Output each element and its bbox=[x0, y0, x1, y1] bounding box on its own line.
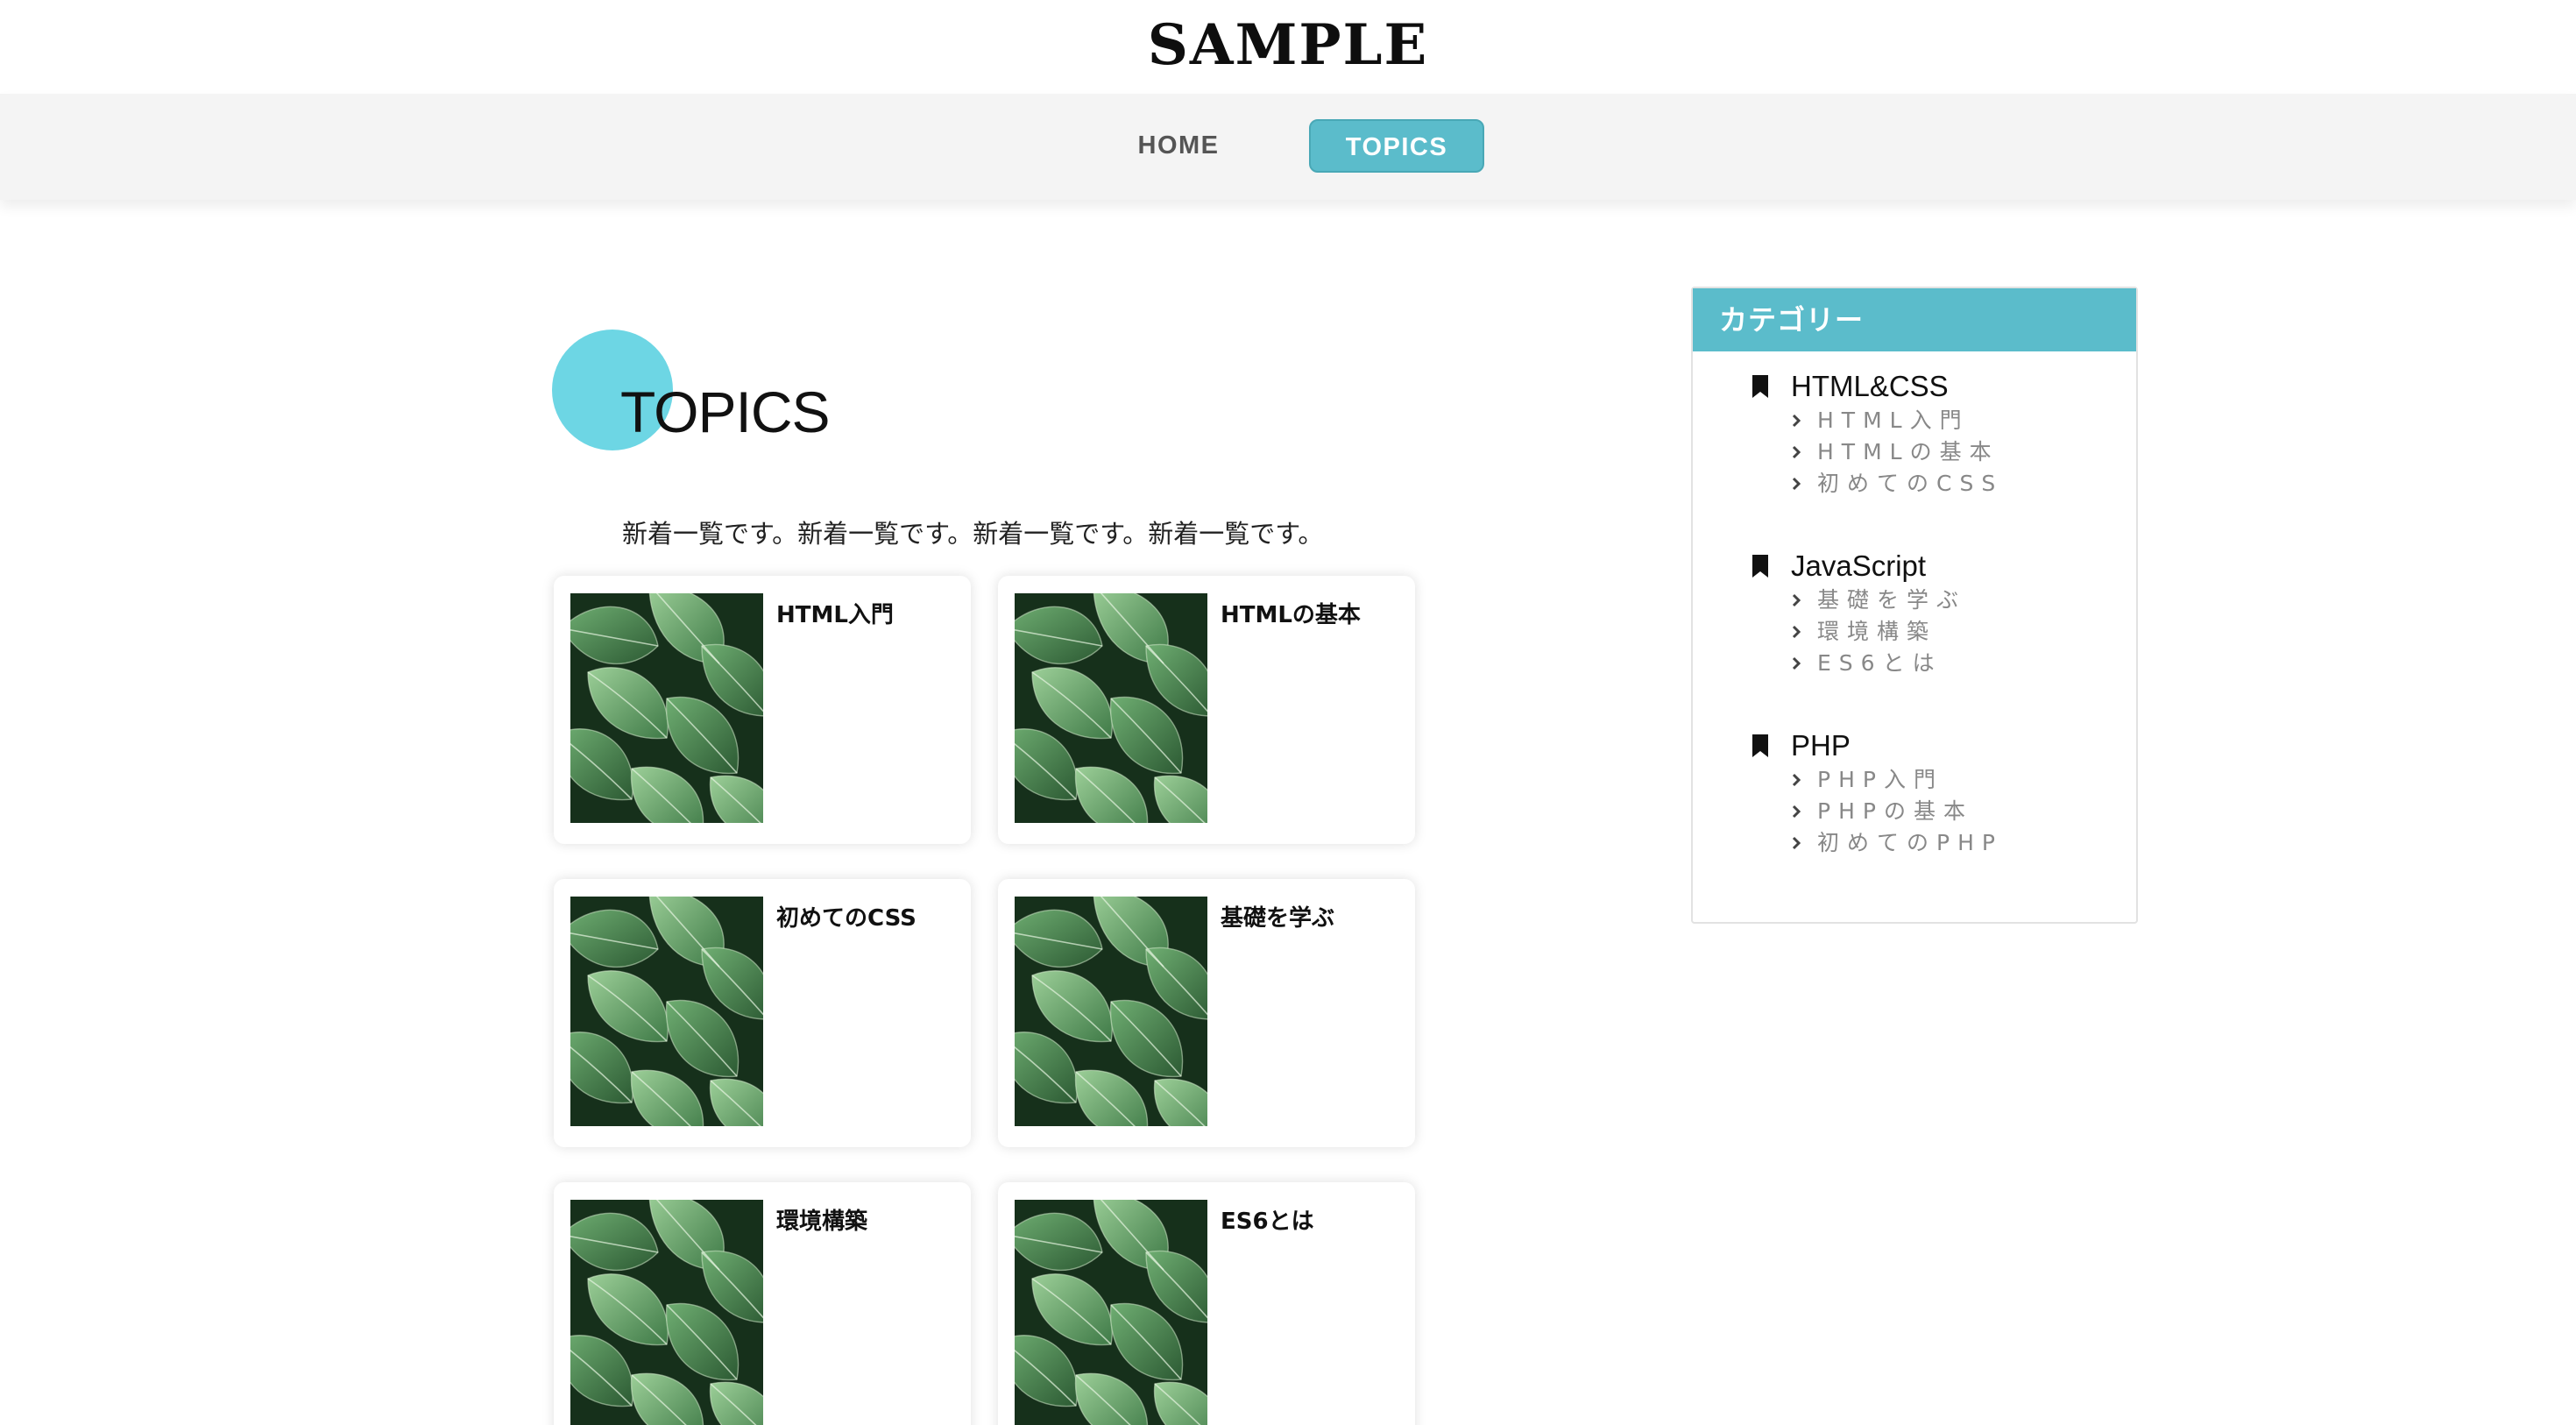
category-subitem-label: 初めてのPHP bbox=[1817, 830, 2003, 855]
topic-card[interactable]: HTMLの基本 bbox=[998, 576, 1415, 844]
card-thumbnail bbox=[1015, 593, 1207, 823]
card-title[interactable]: 環境構築 bbox=[776, 1203, 867, 1236]
card-title[interactable]: HTMLの基本 bbox=[1221, 597, 1361, 629]
bookmark-icon bbox=[1752, 734, 1768, 757]
category-subitem-label: 環境構築 bbox=[1817, 619, 1937, 644]
sidebar-heading: カテゴリー bbox=[1693, 288, 2136, 351]
chevron-right-icon bbox=[1792, 445, 1801, 459]
category-title[interactable]: JavaScript bbox=[1791, 549, 1926, 584]
category-title[interactable]: HTML&CSS bbox=[1791, 369, 1949, 404]
chevron-right-icon bbox=[1792, 805, 1801, 819]
category-subitem-label: 初めてのCSS bbox=[1817, 471, 2004, 496]
category-subitem-label: PHP入門 bbox=[1817, 767, 1943, 792]
nav-item-home[interactable]: HOME bbox=[1086, 119, 1270, 173]
bookmark-icon bbox=[1752, 375, 1768, 398]
topic-card[interactable]: 環境構築 bbox=[554, 1182, 971, 1425]
topic-card[interactable]: HTML入門 bbox=[554, 576, 971, 844]
chevron-right-icon bbox=[1792, 414, 1801, 428]
category-sidebar: カテゴリー HTML&CSS HTML入門 HTMLの基本 初めてのCSS Ja… bbox=[1691, 287, 2138, 924]
chevron-right-icon bbox=[1792, 477, 1801, 491]
category-subitem-label: HTML入門 bbox=[1817, 408, 1970, 433]
card-title[interactable]: 初めてのCSS bbox=[776, 900, 916, 932]
page-lead-text: 新着一覧です。新着一覧です。新着一覧です。新着一覧です。 bbox=[622, 519, 1324, 549]
category-subitem-label: HTMLの基本 bbox=[1817, 439, 1999, 464]
nav-item-topics[interactable]: TOPICS bbox=[1309, 119, 1484, 173]
chevron-right-icon bbox=[1792, 625, 1801, 639]
chevron-right-icon bbox=[1792, 593, 1801, 607]
site-logo[interactable]: SAMPLE bbox=[0, 12, 2576, 78]
bookmark-icon bbox=[1752, 555, 1768, 578]
topic-card[interactable]: 基礎を学ぶ bbox=[998, 879, 1415, 1147]
card-thumbnail bbox=[1015, 1200, 1207, 1425]
card-title[interactable]: 基礎を学ぶ bbox=[1221, 900, 1334, 932]
chevron-right-icon bbox=[1792, 773, 1801, 787]
card-title[interactable]: ES6とは bbox=[1221, 1203, 1314, 1236]
card-thumbnail bbox=[1015, 897, 1207, 1126]
chevron-right-icon bbox=[1792, 836, 1801, 850]
chevron-right-icon bbox=[1792, 656, 1801, 670]
card-thumbnail bbox=[570, 1200, 763, 1425]
card-thumbnail bbox=[570, 593, 763, 823]
site-header: SAMPLE bbox=[0, 0, 2576, 94]
topic-card[interactable]: 初めてのCSS bbox=[554, 879, 971, 1147]
category-title[interactable]: PHP bbox=[1791, 728, 1851, 763]
category-subitem-label: 基礎を学ぶ bbox=[1817, 587, 1967, 613]
category-subitem-label: PHPの基本 bbox=[1817, 798, 1973, 824]
card-thumbnail bbox=[570, 897, 763, 1126]
global-nav: HOME TOPICS bbox=[0, 94, 2576, 200]
category-subitem-label: ES6とは bbox=[1817, 650, 1943, 676]
card-title[interactable]: HTML入門 bbox=[776, 597, 894, 629]
page-title: TOPICS bbox=[620, 379, 831, 444]
topic-card[interactable]: ES6とは bbox=[998, 1182, 1415, 1425]
